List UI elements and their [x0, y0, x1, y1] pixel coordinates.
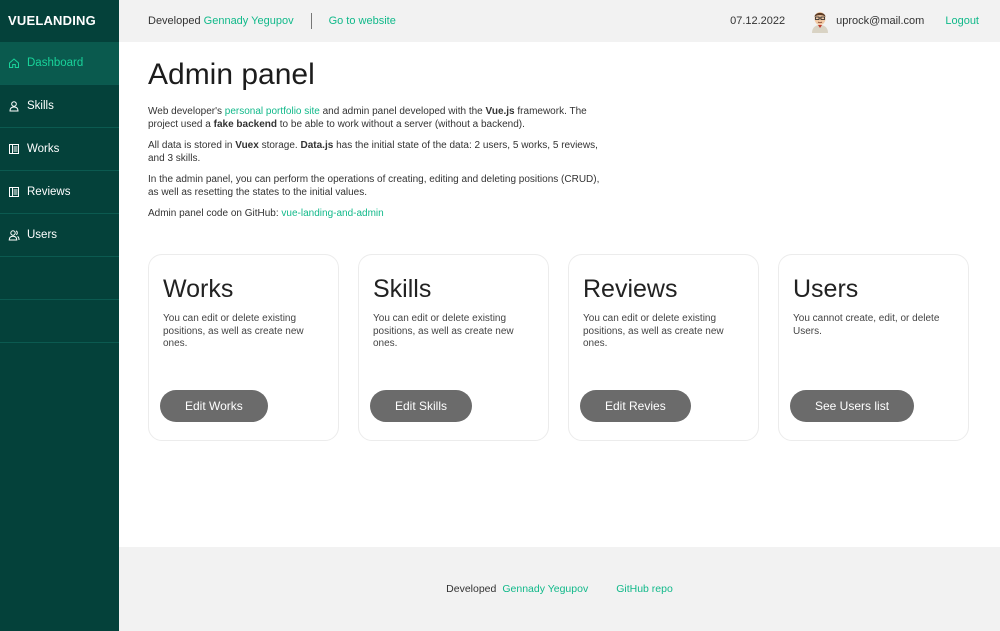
user-email: uprock@mail.com — [836, 15, 925, 27]
card-text: You cannot create, edit, or delete Users… — [793, 313, 940, 337]
sidebar-empty-row — [0, 257, 119, 300]
reviews-card: Reviews You can edit or delete existing … — [568, 254, 759, 441]
card-title: Reviews — [583, 275, 678, 303]
logout-link[interactable]: Logout — [945, 15, 979, 27]
users-card: Users You cannot create, edit, or delete… — [778, 254, 969, 441]
description-paragraph: In the admin panel, you can perform the … — [148, 174, 600, 198]
text: to be able to work without a server (wit… — [276, 118, 525, 130]
sidebar-item-dashboard[interactable]: Dashboard — [0, 42, 119, 85]
works-card: Works You can edit or delete existing po… — [148, 254, 339, 441]
website-link[interactable]: Go to website — [329, 15, 396, 27]
sidebar-item-label: Works — [27, 143, 60, 155]
avatar[interactable] — [810, 9, 830, 33]
footer-developer-link[interactable]: Gennady Yegupov — [502, 583, 588, 595]
developed-label: Developed — [148, 15, 201, 27]
current-date: 07.12.2022 — [730, 15, 786, 27]
text-bold: Data.js — [300, 140, 334, 151]
card-text: You can edit or delete existing position… — [583, 313, 724, 349]
text-bold: Vuex — [235, 140, 259, 151]
developer-link[interactable]: Gennady Yegupov — [204, 15, 294, 27]
sidebar-nav: Dashboard Skills Works Reviews Users — [0, 42, 119, 343]
text: Admin panel code on GitHub: — [148, 208, 282, 219]
card-title: Skills — [373, 275, 432, 303]
description-paragraph: Admin panel code on GitHub: vue-landing-… — [148, 208, 608, 221]
text: and admin panel developed with the — [319, 106, 486, 117]
sidebar-item-reviews[interactable]: Reviews — [0, 171, 119, 214]
page-title: Admin panel — [148, 58, 315, 91]
sidebar-item-label: Reviews — [27, 186, 71, 198]
footer-developed-label: Developed — [446, 583, 497, 595]
skills-card: Skills You can edit or delete existing p… — [358, 254, 549, 441]
portfolio-link[interactable]: personal portfolio site — [225, 106, 320, 117]
card-text: You can edit or delete existing position… — [373, 313, 514, 349]
footer: Developed Gennady Yegupov GitHub repo — [119, 547, 1000, 631]
description: Web developer's personal portfolio site … — [148, 106, 608, 230]
github-repo-link[interactable]: GitHub repo — [616, 583, 673, 595]
header-right: 07.12.2022 uprock@mail.com Logout — [730, 0, 979, 42]
users-icon — [8, 229, 20, 241]
edit-reviews-button[interactable]: Edit Revies — [580, 390, 691, 422]
sidebar: VUELANDING Dashboard Skills Works Review… — [0, 0, 119, 631]
sidebar-item-users[interactable]: Users — [0, 214, 119, 257]
text: All data is stored in — [148, 140, 236, 151]
list-icon — [8, 143, 20, 155]
description-paragraph: Web developer's personal portfolio site … — [148, 106, 608, 131]
text-bold: Vue.js — [485, 106, 515, 117]
sidebar-item-label: Skills — [27, 100, 54, 112]
edit-works-button[interactable]: Edit Works — [160, 390, 268, 422]
header-divider — [310, 13, 312, 29]
edit-skills-button[interactable]: Edit Skills — [370, 390, 473, 422]
sidebar-item-label: Dashboard — [27, 57, 84, 69]
text: storage. — [258, 140, 301, 151]
list-icon — [8, 186, 20, 198]
app-logo[interactable]: VUELANDING — [0, 0, 119, 42]
sidebar-empty-row — [0, 300, 119, 343]
card-title: Works — [163, 275, 234, 303]
header-left: Developed Gennady Yegupov Go to website — [148, 0, 396, 42]
top-header: Developed Gennady Yegupov Go to website … — [119, 0, 1000, 42]
sidebar-item-label: Users — [27, 229, 58, 241]
github-code-link[interactable]: vue-landing-and-admin — [281, 208, 383, 219]
text-bold: fake backend — [213, 118, 277, 130]
description-paragraph: All data is stored in Vuex storage. Data… — [148, 140, 608, 165]
user-icon — [8, 100, 20, 112]
card-title: Users — [793, 275, 859, 303]
home-icon — [8, 57, 20, 69]
text: Web developer's — [148, 106, 225, 117]
sidebar-item-skills[interactable]: Skills — [0, 85, 119, 128]
see-users-button[interactable]: See Users list — [790, 390, 915, 422]
card-text: You can edit or delete existing position… — [163, 313, 304, 349]
sidebar-item-works[interactable]: Works — [0, 128, 119, 171]
cards-row: Works You can edit or delete existing po… — [148, 254, 969, 441]
